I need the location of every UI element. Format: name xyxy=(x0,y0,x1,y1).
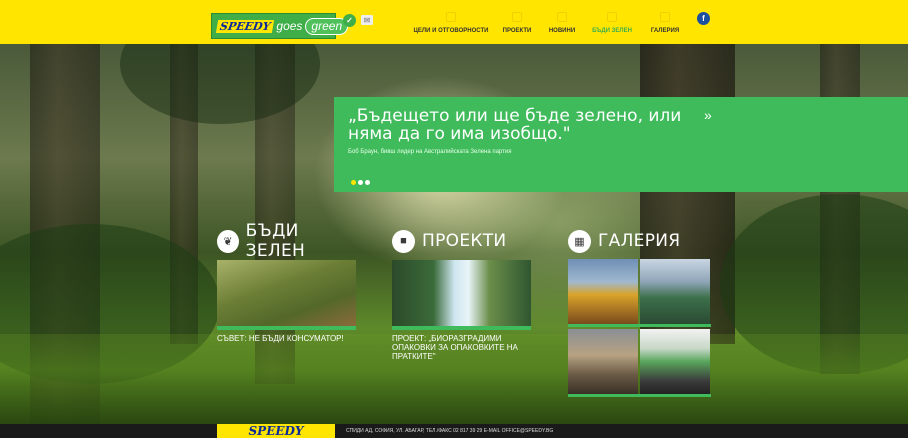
projects-thumbnail[interactable] xyxy=(392,260,531,326)
leaf-icon: ❦ xyxy=(217,229,239,253)
nav-item-goals[interactable]: ЦЕЛИ И ОТГОВОРНОСТИ xyxy=(408,12,494,34)
nav-item-be-green[interactable]: БЪДИ ЗЕЛЕН xyxy=(584,12,640,34)
section-heading[interactable]: ■ ПРОЕКТИ xyxy=(392,228,532,254)
next-slide-button[interactable]: » xyxy=(704,107,712,123)
logo-goes: goes xyxy=(276,19,303,33)
mail-icon[interactable]: ✉ xyxy=(361,15,373,25)
thumbnail-bar xyxy=(392,326,531,330)
section-title: ПРОЕКТИ xyxy=(422,231,507,251)
eco-leaf-icon[interactable]: ✓ xyxy=(343,14,356,27)
section-be-green: ❦ БЪДИ ЗЕЛЕН СЪВЕТ: НЕ БЪДИ КОНСУМАТОР! xyxy=(217,221,357,343)
footer-logo[interactable]: SPEEDY xyxy=(217,424,335,438)
main-nav: ЦЕЛИ И ОТГОВОРНОСТИ ПРОЕКТИ НОВИНИ БЪДИ … xyxy=(408,12,690,34)
nav-item-projects[interactable]: ПРОЕКТИ xyxy=(494,12,540,34)
projects-icon xyxy=(512,12,522,22)
quote-banner: „Бъдещето или ще бъде зелено, или няма д… xyxy=(334,97,908,192)
target-icon xyxy=(446,12,456,22)
gallery-grid xyxy=(568,259,711,399)
nav-item-gallery[interactable]: ГАЛЕРИЯ xyxy=(640,12,690,34)
section-projects: ■ ПРОЕКТИ ПРОЕКТ: „БИОРАЗГРАДИМИ ОПАКОВК… xyxy=(392,228,532,361)
site-footer: SPEEDY СПИДИ АД, СОФИЯ, УЛ. АБАГАР, ТЕЛ.… xyxy=(0,424,908,438)
be-green-caption[interactable]: СЪВЕТ: НЕ БЪДИ КОНСУМАТОР! xyxy=(217,334,356,343)
facebook-icon[interactable]: f xyxy=(697,12,710,25)
speedy-goes-green-logo[interactable]: SPEEDY goes green xyxy=(211,13,349,39)
nav-label: ЦЕЛИ И ОТГОВОРНОСТИ xyxy=(413,28,489,34)
nav-item-news[interactable]: НОВИНИ xyxy=(540,12,584,34)
be-green-thumbnail[interactable] xyxy=(217,260,356,326)
news-icon xyxy=(557,12,567,22)
section-heading[interactable]: ❦ БЪДИ ЗЕЛЕН xyxy=(217,221,357,261)
gallery-photo[interactable] xyxy=(640,329,710,394)
nav-label: НОВИНИ xyxy=(548,28,576,34)
gallery-photo[interactable] xyxy=(568,329,638,394)
footer-contact: СПИДИ АД, СОФИЯ, УЛ. АБАГАР, ТЕЛ./ФАКС 0… xyxy=(346,428,554,434)
slide-dots xyxy=(351,180,370,185)
section-heading[interactable]: ▦ ГАЛЕРИЯ xyxy=(568,228,713,254)
footer-logo-text: SPEEDY xyxy=(248,424,304,438)
projects-caption[interactable]: ПРОЕКТ: „БИОРАЗГРАДИМИ ОПАКОВКИ ЗА ОПАКО… xyxy=(392,334,531,361)
section-title: ГАЛЕРИЯ xyxy=(598,231,681,251)
slide-dot[interactable] xyxy=(365,180,370,185)
gallery-photo[interactable] xyxy=(568,259,638,324)
slide-dot[interactable] xyxy=(358,180,363,185)
nav-label: ПРОЕКТИ xyxy=(502,28,532,34)
thumbnail-bar xyxy=(568,324,711,327)
grid-icon: ▦ xyxy=(568,229,591,253)
gallery-icon xyxy=(660,12,670,22)
leaf-icon xyxy=(607,12,617,22)
nav-label: БЪДИ ЗЕЛЕН xyxy=(592,28,632,34)
quote-text: „Бъдещето или ще бъде зелено, или няма д… xyxy=(348,106,682,144)
section-title: БЪДИ ЗЕЛЕН xyxy=(245,221,306,261)
nav-label: ГАЛЕРИЯ xyxy=(650,28,680,34)
thumbnail-bar xyxy=(568,394,711,397)
logo-brand: SPEEDY xyxy=(215,19,275,33)
section-gallery: ▦ ГАЛЕРИЯ xyxy=(568,228,713,254)
quote-author: Боб Браун, бивш лидер на Австралийската … xyxy=(348,149,512,155)
gallery-photo[interactable] xyxy=(640,259,710,324)
logo-green: green xyxy=(305,17,349,35)
site-header: SPEEDY goes green ✓ ✉ ЦЕЛИ И ОТГОВОРНОСТ… xyxy=(0,0,908,44)
slide-dot[interactable] xyxy=(351,180,356,185)
truck-icon: ■ xyxy=(392,229,415,253)
thumbnail-bar xyxy=(217,326,356,330)
